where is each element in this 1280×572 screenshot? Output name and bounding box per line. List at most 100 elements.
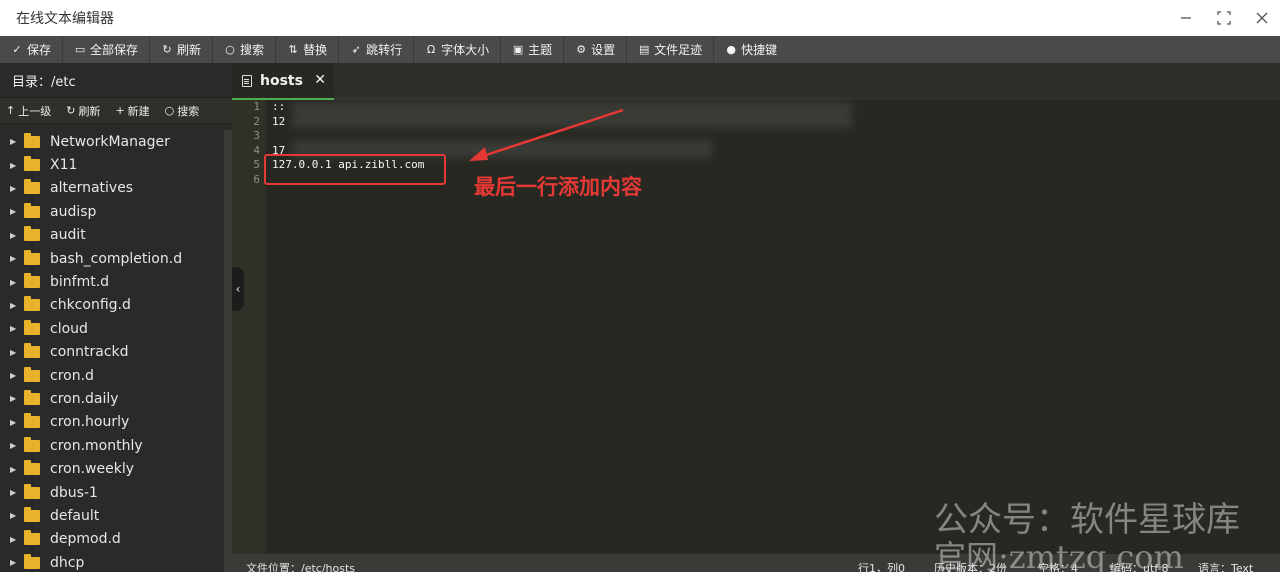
arrow-up-icon: ↑	[6, 104, 16, 117]
folder-icon	[24, 483, 40, 499]
tab-hosts[interactable]: hosts ✕	[232, 63, 334, 100]
refresh-button[interactable]: ↻ 刷新	[150, 36, 214, 63]
goto-line-button[interactable]: ➶ 跳转行	[339, 36, 415, 63]
tree-item[interactable]: ▶ audisp	[0, 200, 224, 223]
chevron-right-icon[interactable]: ▶	[10, 558, 20, 567]
search-button[interactable]: ○ 搜索	[213, 36, 277, 63]
theme-button[interactable]: ▣ 主题	[501, 36, 565, 63]
sidebar-scrollbar[interactable]	[224, 130, 232, 572]
tree-item[interactable]: ▶ alternatives	[0, 177, 224, 200]
settings-button[interactable]: ⚙ 设置	[564, 36, 628, 63]
chevron-right-icon[interactable]: ▶	[10, 465, 20, 474]
tree-item[interactable]: ▶ bash_completion.d	[0, 247, 224, 270]
tab-close-icon[interactable]: ✕	[314, 72, 326, 88]
minimize-icon[interactable]	[1168, 0, 1204, 36]
file-sidebar: 目录：/etc ↑ 上一级 ↻ 刷新 + 新建 ○ 搜索 ▶ NetworkManager…	[0, 63, 232, 572]
tree-item[interactable]: ▶ cloud	[0, 317, 224, 340]
watermark-line2: 官网:zmtzq.com	[934, 538, 1184, 572]
chevron-right-icon[interactable]: ▶	[10, 441, 20, 450]
chevron-right-icon[interactable]: ▶	[10, 394, 20, 403]
tree-item[interactable]: ▶ X11	[0, 153, 224, 176]
line-number: 6	[253, 172, 260, 186]
chevron-right-icon[interactable]: ▶	[10, 231, 20, 240]
sidebar-refresh-button[interactable]: ↻ 刷新	[66, 103, 100, 119]
status-language[interactable]: 语言：Text	[1198, 560, 1253, 572]
chevron-right-icon[interactable]: ▶	[10, 137, 20, 146]
tab-label: hosts	[260, 72, 303, 89]
search-icon: ○	[164, 104, 175, 117]
chevron-right-icon[interactable]: ▶	[10, 418, 20, 427]
line-number: 5	[253, 158, 260, 171]
parent-dir-button[interactable]: ↑ 上一级	[6, 103, 51, 119]
window-title: 在线文本编辑器	[16, 11, 114, 27]
save-button[interactable]: ✓ 保存	[0, 36, 64, 63]
tree-item[interactable]: ▶ audit	[0, 224, 224, 247]
shortcut-button[interactable]: ● 快捷键	[714, 36, 788, 63]
folder-icon	[24, 202, 40, 218]
sidebar-collapse-handle[interactable]: ‹	[232, 267, 244, 311]
sidebar-search-button[interactable]: ○ 搜索	[165, 103, 200, 119]
replace-button[interactable]: ⇅ 替换	[276, 36, 340, 63]
folder-icon	[24, 132, 40, 148]
chevron-right-icon[interactable]: ▶	[10, 511, 20, 520]
search-icon: ○	[225, 43, 235, 56]
tree-item[interactable]: ▶ cron.d	[0, 364, 224, 387]
plus-icon: +	[115, 104, 125, 117]
maximize-icon[interactable]	[1206, 0, 1242, 36]
chevron-right-icon[interactable]: ▶	[10, 348, 20, 357]
folder-icon	[24, 249, 40, 265]
annotation-arrow	[469, 108, 624, 161]
tree-item[interactable]: ▶ default	[0, 504, 224, 527]
new-file-button[interactable]: + 新建	[115, 103, 149, 119]
line-gutter: 1 2 3 4 5 6	[232, 100, 266, 554]
font-size-button[interactable]: Ω 字体大小	[414, 36, 502, 63]
refresh-icon: ↻	[162, 43, 172, 56]
theme-icon: ▣	[512, 43, 524, 56]
chevron-right-icon[interactable]: ▶	[10, 371, 20, 380]
close-icon[interactable]	[1244, 0, 1280, 36]
tree-item[interactable]: ▶ binfmt.d	[0, 270, 224, 293]
chevron-right-icon[interactable]: ▶	[10, 301, 20, 310]
tree-item[interactable]: ▶ dhcp	[0, 551, 224, 572]
tree-item[interactable]: ▶ cron.weekly	[0, 457, 224, 480]
replace-icon: ⇅	[288, 43, 298, 56]
tree-item[interactable]: ▶ dbus-1	[0, 481, 224, 504]
tree-item[interactable]: ▶ cron.monthly	[0, 434, 224, 457]
line-number: 4	[253, 143, 260, 157]
status-file-location: 文件位置：/etc/hosts	[246, 562, 356, 572]
tree-item[interactable]: ▶ conntrackd	[0, 341, 224, 364]
folder-icon	[24, 319, 40, 335]
chevron-right-icon[interactable]: ▶	[10, 161, 20, 170]
save-all-icon: ▭	[74, 43, 86, 56]
file-icon	[242, 74, 252, 87]
chevron-right-icon[interactable]: ▶	[10, 254, 20, 263]
tree-item[interactable]: ▶ cron.hourly	[0, 411, 224, 434]
history-icon: ▤	[638, 43, 650, 56]
folder-icon	[24, 343, 40, 359]
save-icon: ✓	[12, 43, 22, 56]
folder-tree: ▶ NetworkManager ▶ X11 ▶ alternatives ▶ audi…	[0, 130, 224, 572]
tree-item[interactable]: ▶ cron.daily	[0, 387, 224, 410]
status-cursor: 行1，列0	[858, 562, 905, 572]
save-all-button[interactable]: ▭ 全部保存	[63, 36, 151, 63]
tree-item[interactable]: ▶ NetworkManager	[0, 130, 224, 153]
chevron-left-icon: ‹	[235, 282, 241, 296]
chevron-right-icon[interactable]: ▶	[10, 278, 20, 287]
history-button[interactable]: ▤ 文件足迹	[627, 36, 715, 63]
folder-icon	[24, 366, 40, 382]
main-toolbar: ✓ 保存 ▭ 全部保存 ↻ 刷新 ○ 搜索 ⇅ 替换 ➶ 跳转行 Ω 字体大小 ▣ 主题 ⚙ 设置…	[0, 36, 1280, 63]
tree-item[interactable]: ▶ depmod.d	[0, 528, 224, 551]
directory-label: 目录：/etc	[0, 63, 232, 98]
chevron-right-icon[interactable]: ▶	[10, 207, 20, 216]
folder-icon	[24, 436, 40, 452]
line-number: 2	[253, 114, 260, 128]
chevron-right-icon[interactable]: ▶	[10, 488, 20, 497]
tree-item[interactable]: ▶ chkconfig.d	[0, 294, 224, 317]
font-size-icon: Ω	[426, 43, 436, 56]
code-line: 12	[272, 114, 286, 128]
chevron-right-icon[interactable]: ▶	[10, 324, 20, 333]
chevron-right-icon[interactable]: ▶	[10, 184, 20, 193]
sidebar-toolbar: ↑ 上一级 ↻ 刷新 + 新建 ○ 搜索	[0, 98, 232, 124]
chevron-right-icon[interactable]: ▶	[10, 535, 20, 544]
